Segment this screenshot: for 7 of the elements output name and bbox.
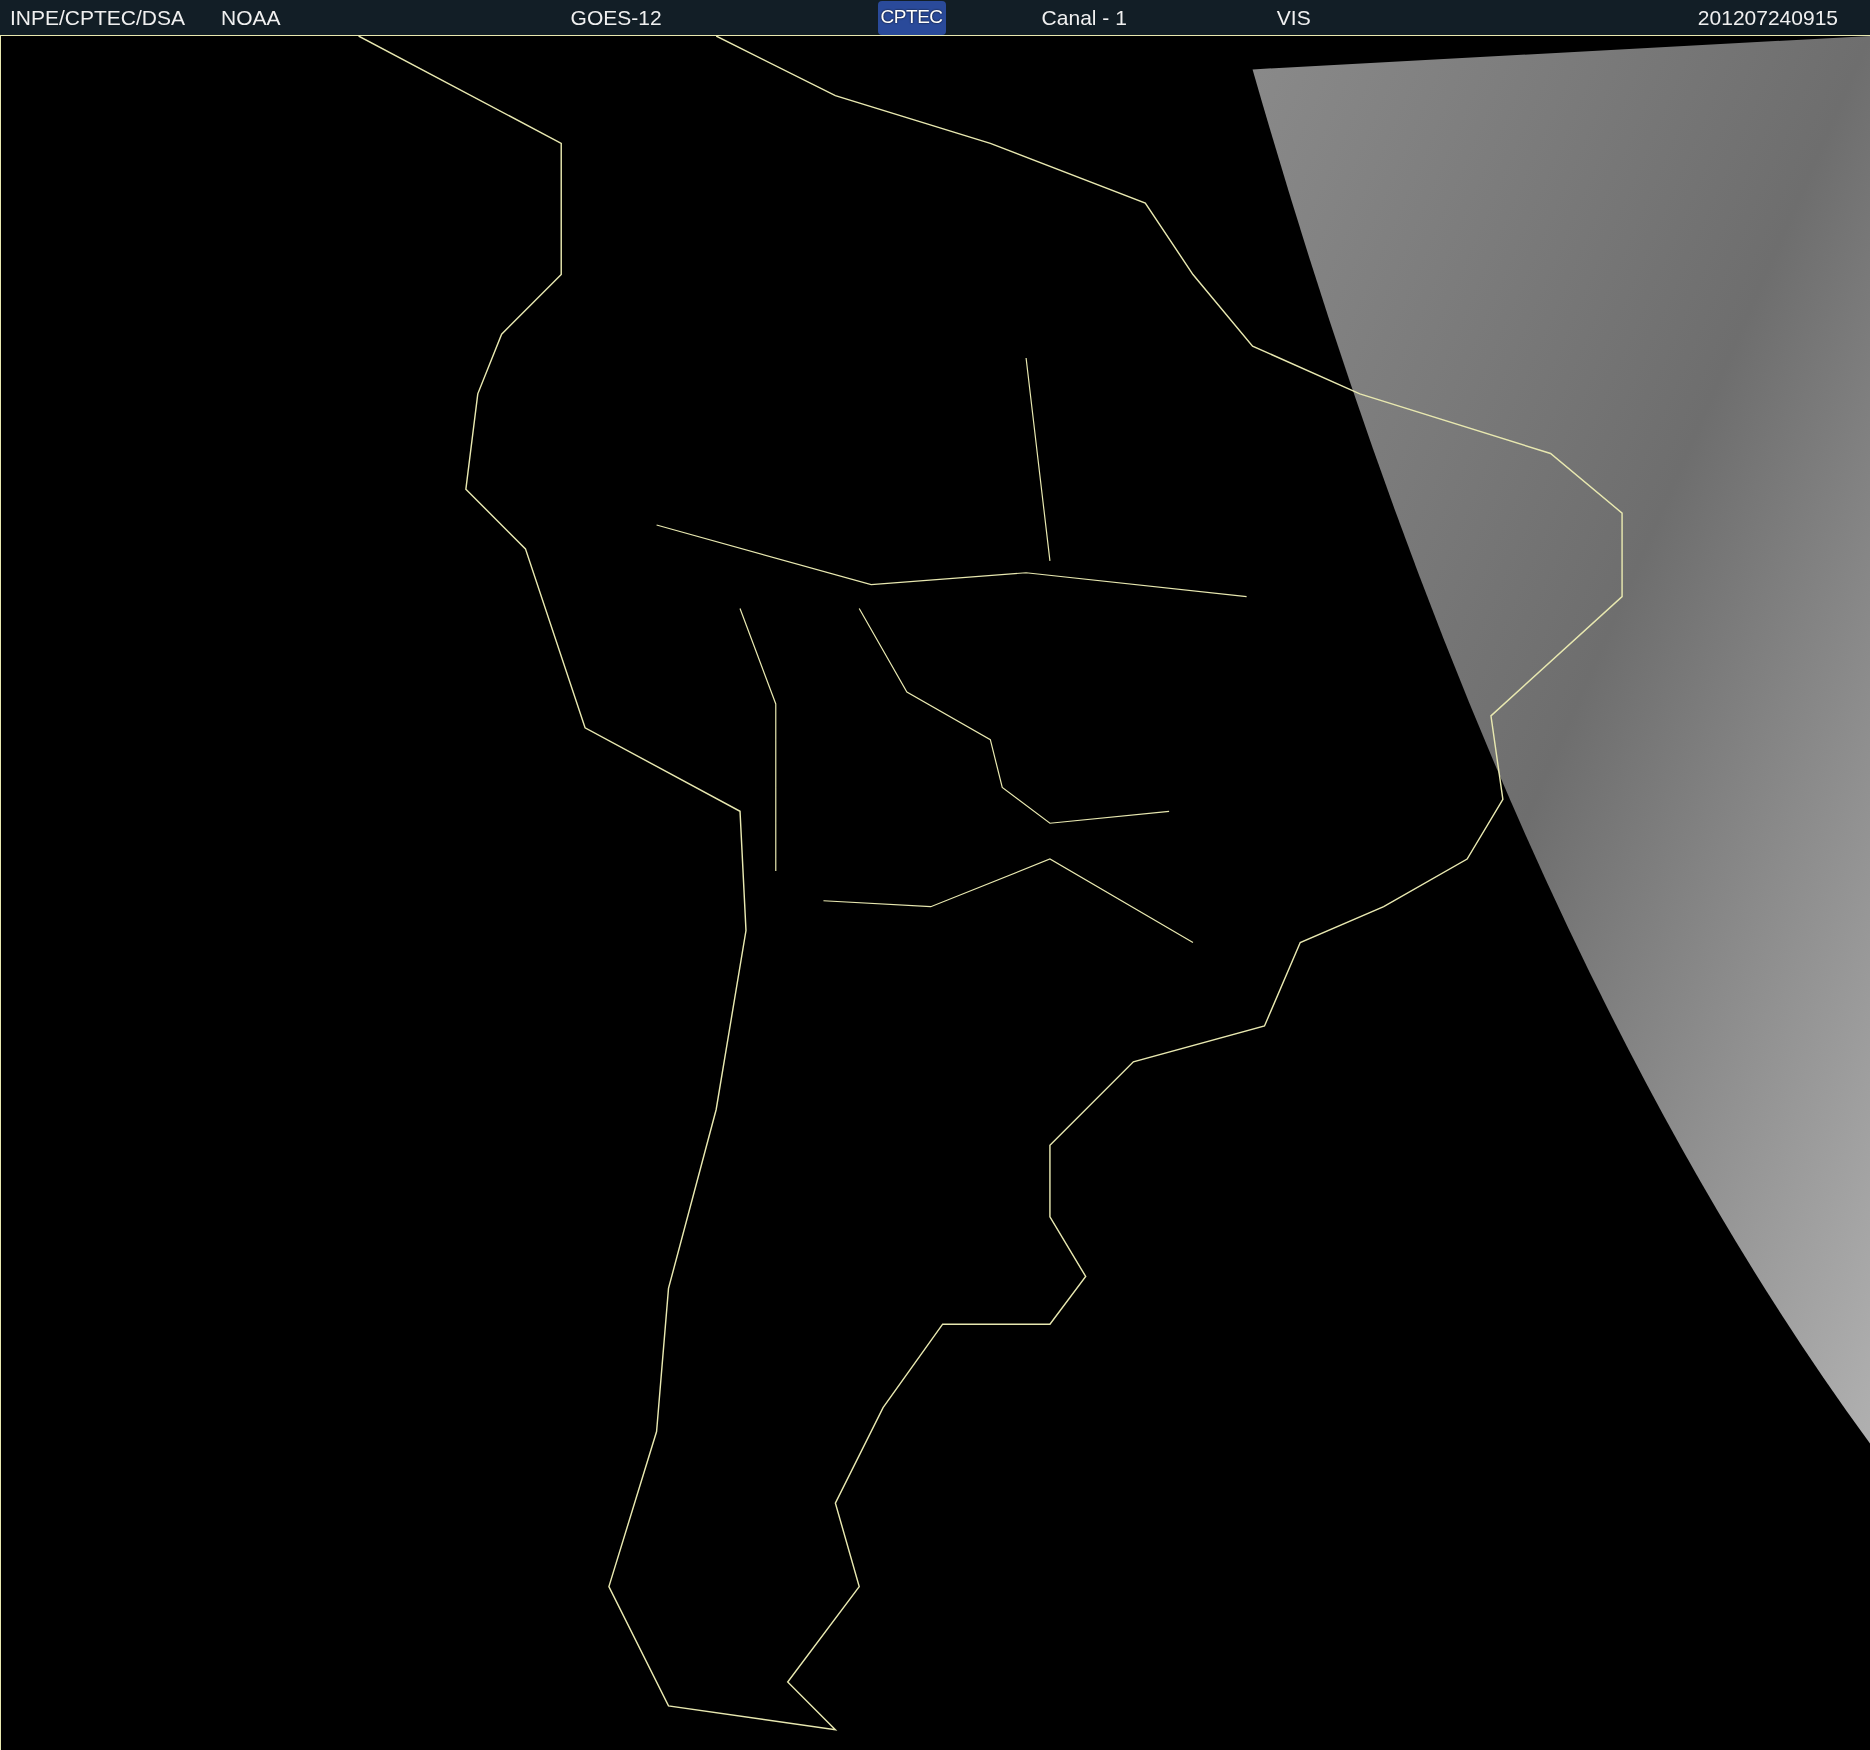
band-label: VIS bbox=[1276, 4, 1311, 31]
satellite-label: GOES-12 bbox=[570, 4, 662, 31]
logo-text: CPTEC bbox=[880, 5, 943, 30]
agency-label: NOAA bbox=[221, 4, 281, 31]
timestamp-label: 201207240915 bbox=[1697, 4, 1838, 31]
source-label: INPE/CPTEC/DSA bbox=[10, 4, 186, 31]
channel-label: Canal - 1 bbox=[1041, 4, 1127, 31]
